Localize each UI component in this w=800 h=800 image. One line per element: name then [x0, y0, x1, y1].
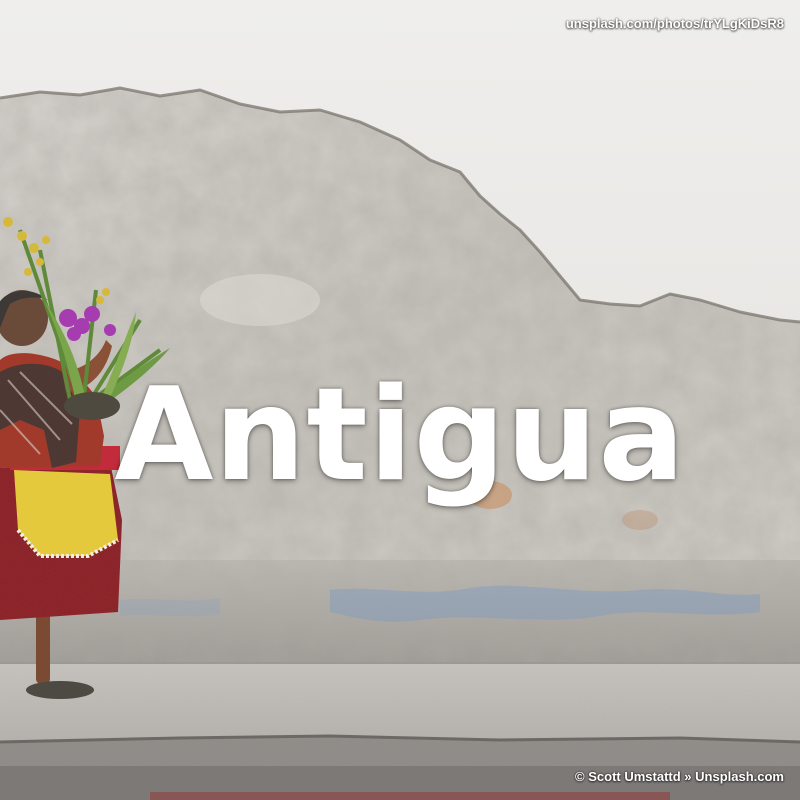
location-title: Antigua [114, 361, 686, 510]
plaster-patch [200, 274, 320, 326]
blue-paint-remnant-2 [120, 598, 220, 617]
photo-source-url: unsplash.com/photos/trYLgKiDsR8 [565, 16, 784, 31]
shoe [26, 681, 94, 699]
red-curb-paint [150, 792, 670, 800]
photo-credit: © Scott Umstattd » Unsplash.com [575, 769, 784, 784]
sidewalk-texture [0, 662, 800, 742]
photo-canvas: unsplash.com/photos/trYLgKiDsR8 Antigua … [0, 0, 800, 800]
